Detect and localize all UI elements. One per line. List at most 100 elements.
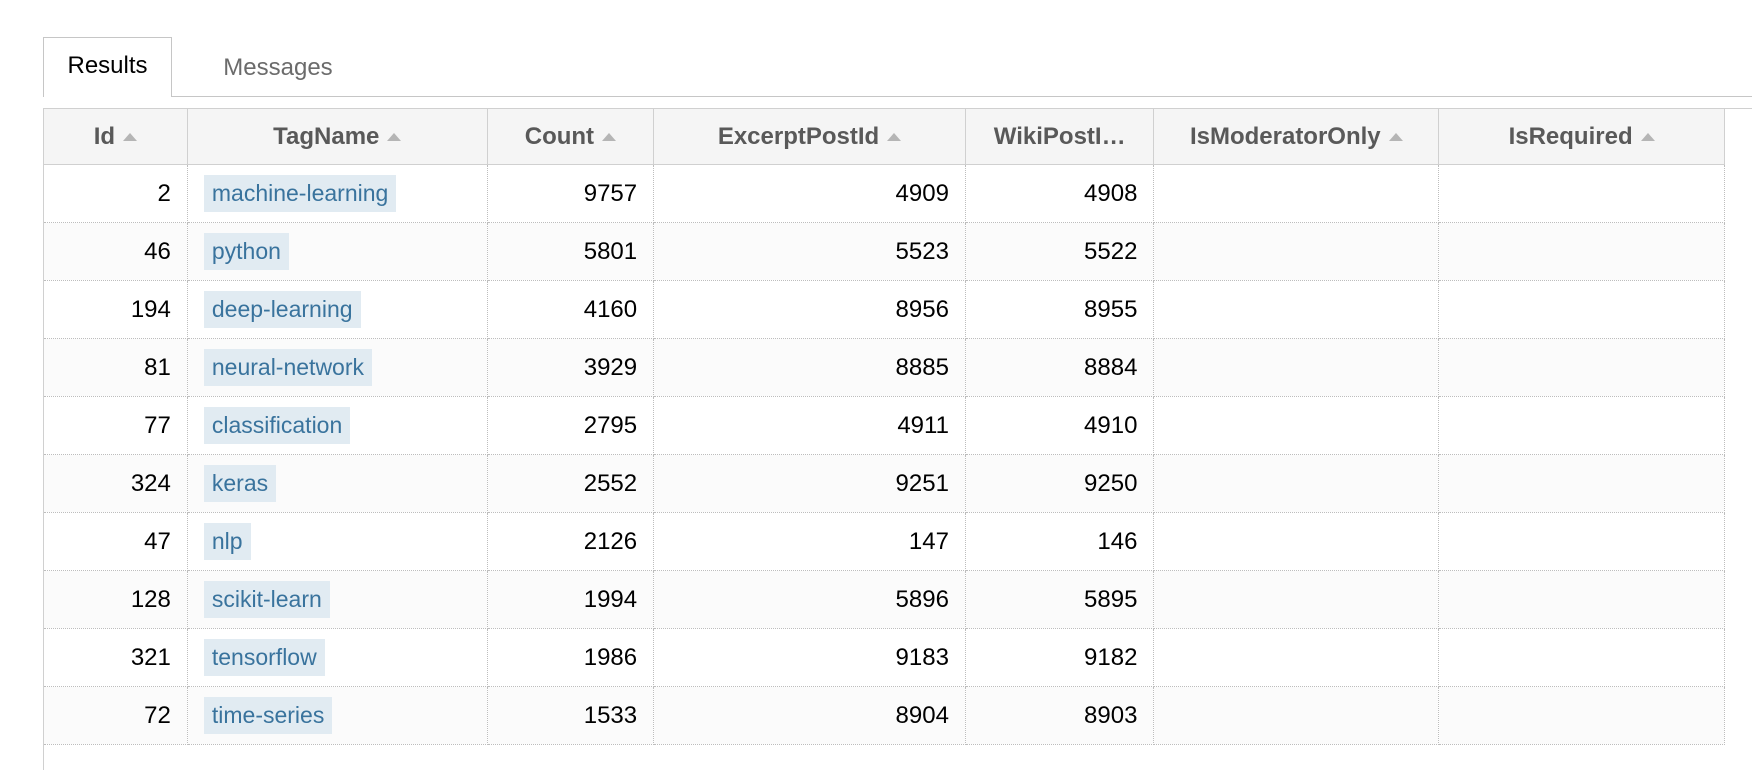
cell-excerptpostid: 147 [653, 512, 966, 571]
cell-count: 4160 [487, 280, 655, 339]
table-row: 72 time-series 1533 8904 8903 [44, 686, 1725, 745]
cell-id: 77 [44, 396, 188, 455]
tag-link[interactable]: classification [203, 407, 351, 444]
cell-count: 1986 [487, 628, 655, 687]
cell-id: 72 [44, 686, 188, 745]
cell-count: 3929 [487, 338, 655, 397]
cell-excerptpostid: 5896 [653, 570, 966, 629]
cell-excerptpostid: 8904 [653, 686, 966, 745]
column-header-label: TagName [273, 122, 380, 150]
column-header-label: Count [524, 122, 595, 150]
cell-isrequired [1438, 222, 1725, 281]
tab-messages[interactable]: Messages [203, 37, 353, 96]
cell-isrequired [1438, 686, 1725, 745]
cell-excerptpostid: 9251 [653, 454, 966, 513]
cell-ismoderatoronly [1153, 454, 1440, 513]
results-tabbar: Results Messages [43, 37, 1752, 97]
table-row: 81 neural-network 3929 8885 8884 [44, 338, 1725, 397]
cell-count: 2795 [487, 396, 655, 455]
cell-count: 5801 [487, 222, 655, 281]
cell-id: 81 [44, 338, 188, 397]
column-header-ismoderatoronly[interactable]: IsModeratorOnly [1153, 109, 1440, 165]
column-header-id[interactable]: Id [44, 109, 188, 165]
tag-link[interactable]: neural-network [203, 349, 373, 386]
cell-excerptpostid: 8885 [653, 338, 966, 397]
cell-isrequired [1438, 628, 1725, 687]
cell-ismoderatoronly [1153, 628, 1440, 687]
cell-wikipostid: 8955 [965, 280, 1155, 339]
cell-ismoderatoronly [1153, 280, 1440, 339]
cell-count: 1994 [487, 570, 655, 629]
cell-wikipostid: 8884 [965, 338, 1155, 397]
cell-wikipostid: 9182 [965, 628, 1155, 687]
cell-tagname: nlp [187, 512, 488, 571]
cell-excerptpostid: 8956 [653, 280, 966, 339]
cell-isrequired [1438, 164, 1725, 223]
tag-link[interactable]: scikit-learn [203, 581, 330, 618]
sort-arrow-icon [387, 132, 402, 141]
cell-isrequired [1438, 512, 1725, 571]
cell-count: 1533 [487, 686, 655, 745]
cell-id: 128 [44, 570, 188, 629]
cell-tagname: python [187, 222, 488, 281]
column-header-label: Id [93, 122, 116, 150]
cell-tagname: keras [187, 454, 488, 513]
cell-wikipostid: 8903 [965, 686, 1155, 745]
table-row: 194 deep-learning 4160 8956 8955 [44, 280, 1725, 339]
tab-results[interactable]: Results [43, 37, 172, 97]
cell-tagname: neural-network [187, 338, 488, 397]
table-row: 2 machine-learning 9757 4909 4908 [44, 164, 1725, 223]
cell-id: 2 [44, 164, 188, 223]
tag-link[interactable]: machine-learning [203, 175, 397, 212]
tag-link[interactable]: nlp [203, 523, 251, 560]
tag-link[interactable]: tensorflow [203, 639, 325, 676]
column-header-label: IsRequired [1508, 122, 1633, 150]
cell-wikipostid: 5522 [965, 222, 1155, 281]
cell-ismoderatoronly [1153, 396, 1440, 455]
sort-arrow-icon [887, 132, 902, 141]
sort-arrow-icon [1640, 132, 1655, 141]
table-row: 47 nlp 2126 147 146 [44, 512, 1725, 571]
header-row: Id TagName Count ExcerptPostId WikiPostI… [44, 109, 1725, 165]
cell-id: 324 [44, 454, 188, 513]
table-row: 77 classification 2795 4911 4910 [44, 396, 1725, 455]
cell-tagname: classification [187, 396, 488, 455]
tag-link[interactable]: keras [203, 465, 277, 502]
cell-excerptpostid: 4909 [653, 164, 966, 223]
column-header-count[interactable]: Count [487, 109, 655, 165]
cell-ismoderatoronly [1153, 164, 1440, 223]
cell-wikipostid: 146 [965, 512, 1155, 571]
cell-count: 2552 [487, 454, 655, 513]
cell-wikipostid: 5895 [965, 570, 1155, 629]
table-row: 321 tensorflow 1986 9183 9182 [44, 628, 1725, 687]
cell-wikipostid: 9250 [965, 454, 1155, 513]
results-grid[interactable]: Id TagName Count ExcerptPostId WikiPostI… [43, 108, 1752, 770]
tag-link[interactable]: time-series [203, 697, 333, 734]
column-header-excerptpostid[interactable]: ExcerptPostId [653, 109, 966, 165]
cell-id: 47 [44, 512, 188, 571]
cell-tagname: tensorflow [187, 628, 488, 687]
cell-isrequired [1438, 570, 1725, 629]
tag-link[interactable]: deep-learning [203, 291, 361, 328]
column-header-label: WikiPostI… [993, 122, 1126, 150]
column-header-label: ExcerptPostId [717, 122, 880, 150]
cell-isrequired [1438, 396, 1725, 455]
cell-count: 9757 [487, 164, 655, 223]
column-header-wikipostid[interactable]: WikiPostI… [965, 109, 1155, 165]
cell-excerptpostid: 4911 [653, 396, 966, 455]
column-header-label: IsModeratorOnly [1189, 122, 1381, 150]
column-header-isrequired[interactable]: IsRequired [1438, 109, 1725, 165]
cell-excerptpostid: 9183 [653, 628, 966, 687]
cell-isrequired [1438, 280, 1725, 339]
tag-link[interactable]: python [203, 233, 289, 270]
cell-tagname: time-series [187, 686, 488, 745]
table-row: 46 python 5801 5523 5522 [44, 222, 1725, 281]
cell-tagname: scikit-learn [187, 570, 488, 629]
column-header-tagname[interactable]: TagName [187, 109, 488, 165]
sort-arrow-icon [1388, 132, 1403, 141]
cell-id: 321 [44, 628, 188, 687]
cell-wikipostid: 4910 [965, 396, 1155, 455]
results-table: Id TagName Count ExcerptPostId WikiPostI… [44, 109, 1725, 745]
query-results-page: Results Messages Id TagName Count Excerp… [0, 0, 1752, 770]
table-row: 324 keras 2552 9251 9250 [44, 454, 1725, 513]
